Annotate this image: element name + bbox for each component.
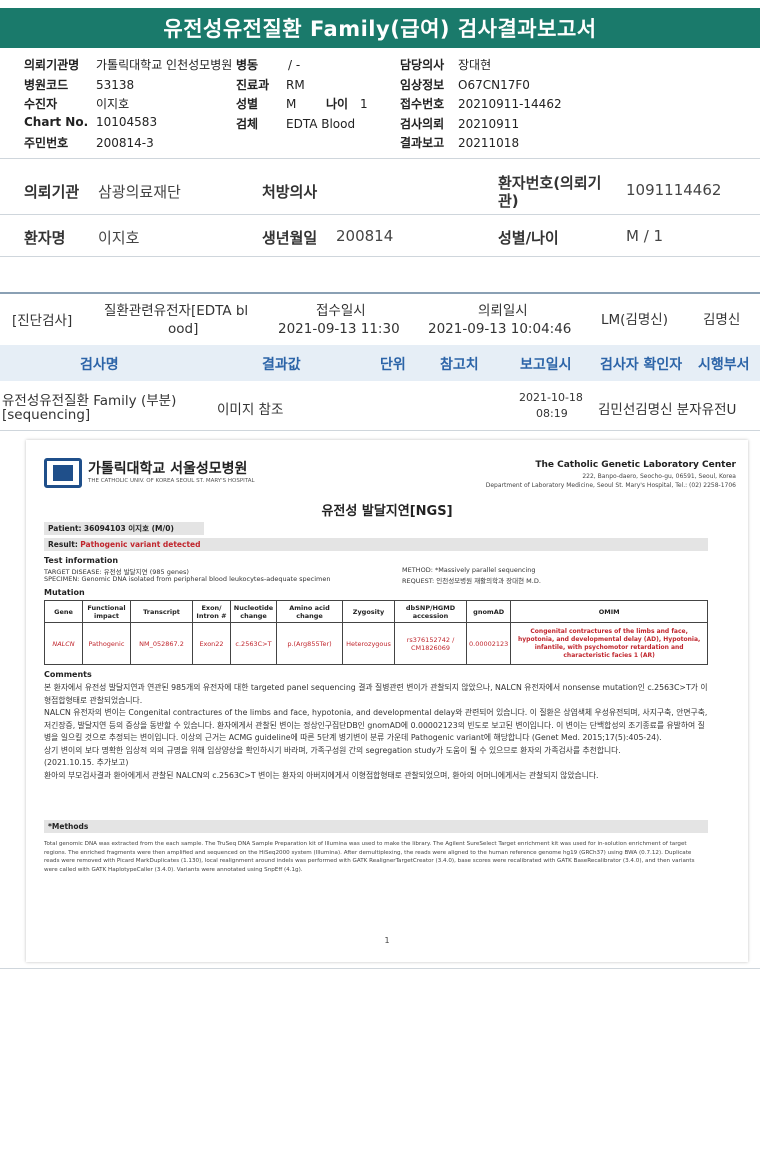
divider [0, 214, 760, 215]
test-request: REQUEST: 인천성모병원 재활의학과 장대현 M.D. [402, 577, 541, 585]
inst-label: 의뢰기관 [24, 183, 80, 201]
diag-lm: LM(김명신) [601, 312, 668, 328]
inst-value: 삼광의료재단 [98, 183, 181, 201]
diag-type: [진단검사] [12, 313, 73, 329]
header-inst: 의뢰기관명 가톨릭대학교 인천성모병원 [24, 58, 233, 72]
header-report-date: 결과보고 20211018 [400, 136, 520, 150]
birth-label: 생년월일 [262, 229, 318, 247]
diag-doctor: 김명신 [703, 312, 741, 328]
mutation-row: NALCN Pathogenic NM_052867.2 Exon22 c.25… [44, 622, 708, 665]
test-method: METHOD: *Massively parallel sequencing [402, 566, 536, 574]
report-test-title: 유전성 발달지연[NGS] [321, 504, 453, 519]
report-patient-band: Patient: 36094103 이지호 (M/0) [44, 522, 204, 535]
diag-test-name-2: ood] [168, 321, 199, 337]
methods-body: Total genomic DNA was extracted from the… [44, 841, 695, 873]
col-unit: 단위 [380, 357, 406, 373]
diag-received-value: 2021-09-13 11:30 [278, 321, 400, 337]
report-address: 222, Banpo-daero, Seocho-gu, 06591, Seou… [582, 473, 736, 480]
col-dept: 시행부서 [698, 357, 750, 373]
sex-age-label: 성별/나이 [498, 229, 559, 247]
header-receipt-no: 접수번호 20210911-14462 [400, 97, 562, 111]
header-clinical-info: 임상정보 O67CN17F0 [400, 78, 530, 92]
col-reference: 참고치 [440, 357, 479, 373]
patient-no-value: 1091114462 [626, 181, 722, 199]
report-hospital-name: 가톨릭대학교 서울성모병원 [88, 461, 248, 477]
row-test-name-2: [sequencing] [2, 407, 91, 423]
patient-no-label-2: 관) [498, 192, 519, 210]
test-specimen: SPECIMEN: Genomic DNA isolated from peri… [44, 575, 331, 583]
col-test-name: 검사명 [80, 357, 119, 373]
birth-value: 200814 [336, 227, 394, 245]
diag-received-label: 접수일시 [316, 303, 366, 319]
divider [0, 256, 760, 257]
divider [0, 430, 760, 431]
divider [0, 158, 760, 159]
row-test-name-1: 유전성유전질환 Family (부분) [2, 393, 177, 409]
report-department: Department of Laboratory Medicine, Seoul… [485, 482, 736, 489]
mutation-heading: Mutation [44, 588, 85, 597]
row-staff: 김민선김명신 분자유전U [598, 402, 737, 418]
mutation-table: Gene Functional impact Transcript Exon/ … [44, 600, 708, 665]
header-sex: 성별 M [236, 97, 297, 111]
divider [0, 968, 760, 969]
report-hospital-name-en: THE CATHOLIC UNIV. OF KOREA SEOUL ST. MA… [88, 478, 255, 484]
page-number: 1 [384, 936, 390, 945]
header-dept: 진료과 RM [236, 78, 305, 92]
test-info-heading: Test information [44, 556, 119, 565]
report-result-band: Result: Pathogenic variant detected [44, 538, 708, 551]
header-ward: 병동 / - [236, 58, 301, 72]
header-hosp-code: 병원코드 53138 [24, 78, 135, 92]
methods-band: *Methods [44, 820, 708, 833]
row-report-date: 2021-10-18 [519, 391, 583, 404]
col-result: 결과값 [262, 357, 301, 373]
row-report-time: 08:19 [536, 407, 568, 420]
diag-requested-value: 2021-09-13 10:04:46 [428, 321, 572, 337]
sex-age-value: M / 1 [626, 227, 664, 245]
report-center: The Catholic Genetic Laboratory Center [535, 460, 736, 470]
row-result: 이미지 참조 [217, 402, 284, 418]
diag-test-name-1: 질환관련유전자[EDTA bl [104, 303, 249, 319]
header-rrn: 주민번호 200814-3 [24, 136, 154, 150]
col-staff: 검사자 확인자 [600, 357, 683, 373]
name-value: 이지호 [98, 229, 140, 247]
header-age: 나이 1 [326, 97, 368, 111]
ngs-report-image: 가톨릭대학교 서울성모병원 THE CATHOLIC UNIV. OF KORE… [26, 440, 748, 962]
comments-body: 본 환자에서 유전성 발달지연과 연관된 985개의 유전자에 대한 targe… [44, 683, 708, 780]
report-title: 유전성유전질환 Family(급여) 검사결과보고서 [0, 8, 760, 48]
header-patient: 수진자 이지호 [24, 97, 130, 111]
diag-top-border [0, 292, 760, 294]
comments-heading: Comments [44, 670, 92, 679]
header-specimen: 검체 EDTA Blood [236, 117, 356, 131]
doctor-label: 처방의사 [262, 183, 318, 201]
header-doctor: 담당의사 장대현 [400, 58, 492, 72]
header-request-date: 검사의뢰 20210911 [400, 117, 520, 131]
hospital-logo-icon [44, 458, 82, 488]
name-label: 환자명 [24, 229, 66, 247]
diag-requested-label: 의뢰일시 [478, 303, 528, 319]
col-report-date: 보고일시 [520, 357, 572, 373]
header-chart-no: Chart No. 10104583 [24, 115, 158, 129]
